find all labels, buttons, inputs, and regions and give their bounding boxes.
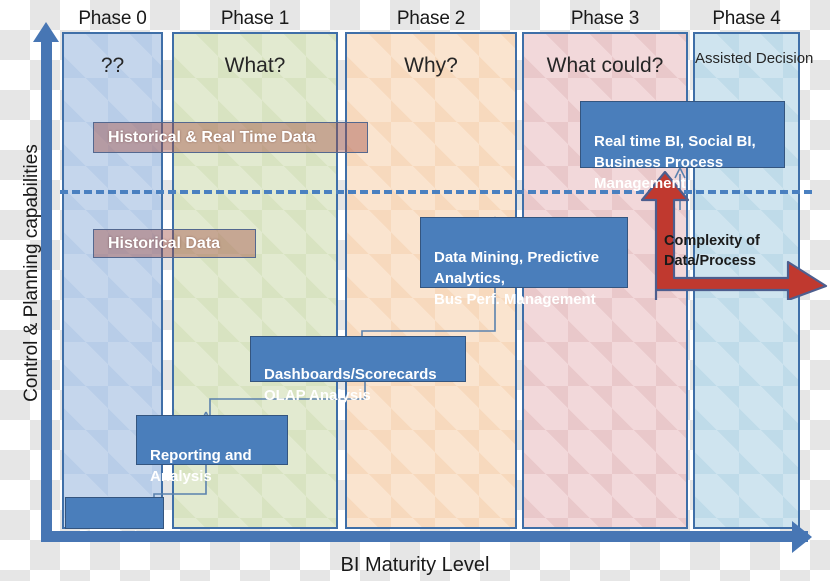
phase-question-2: Why?: [404, 54, 458, 77]
phase-question-3: What could?: [546, 54, 664, 77]
capability-box-real-time-bi[interactable]: Real time BI, Social BI, Business Proces…: [580, 101, 785, 192]
complexity-arrow-label: Complexity of Data/Process: [664, 233, 760, 269]
phase-header-3: Phase 3: [570, 8, 640, 29]
capability-box-label: Data Mining, Predictive Analytics, Bus P…: [434, 249, 600, 308]
capability-box-data-mining[interactable]: Data Mining, Predictive Analytics, Bus P…: [420, 217, 628, 308]
phase-question-4: Assisted Decision: [695, 50, 814, 67]
y-axis-label: Control & Planning capabilities: [21, 144, 42, 402]
bi-maturity-diagram: Phase 0 Phase 1 Phase 2 Phase 3 Phase 4 …: [0, 0, 830, 581]
phase-question-1: What?: [224, 54, 286, 77]
capability-box-dashboards-scorecards[interactable]: Dashboards/Scorecards OLAP Analysis: [250, 336, 466, 404]
phase-header-4: Phase 4: [712, 8, 781, 29]
x-axis-label: BI Maturity Level: [340, 554, 490, 576]
data-bar-label: Historical & Real Time Data: [108, 128, 316, 146]
phase-question-0: ??: [100, 54, 125, 77]
x-axis-shaft: [41, 531, 808, 542]
data-bar-historical-realtime[interactable]: Historical & Real Time Data: [93, 122, 368, 153]
capability-box-raw-data[interactable]: Raw Data: [65, 497, 164, 544]
capability-box-reporting-and-analysis[interactable]: Reporting and Analysis: [136, 415, 288, 485]
phase-header-1: Phase 1: [220, 8, 290, 29]
x-axis-arrowhead: [792, 521, 812, 553]
data-bar-historical[interactable]: Historical Data: [93, 229, 256, 258]
phase-header-2: Phase 2: [396, 8, 466, 29]
data-bar-label: Historical Data: [108, 234, 221, 252]
phase-header-0: Phase 0: [78, 8, 147, 29]
